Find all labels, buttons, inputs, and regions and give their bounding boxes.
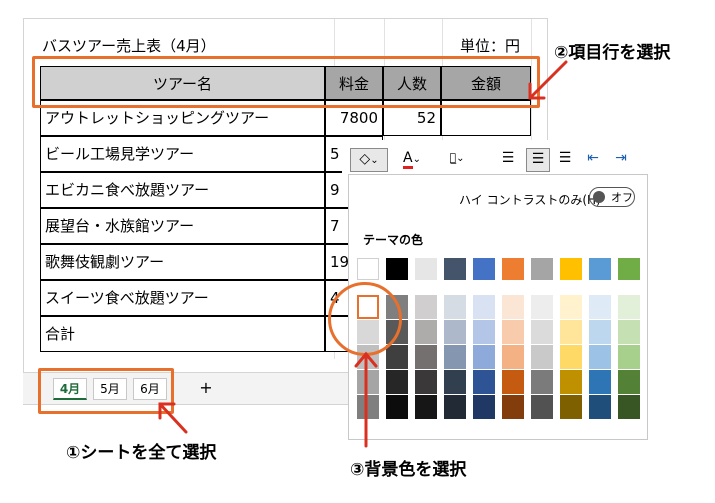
annotation-arrows: [158, 60, 568, 448]
step1-label: ①シートを全て選択: [66, 443, 217, 463]
step2-label: ②項目行を選択: [554, 43, 671, 63]
step3-label: ③背景色を選択: [350, 460, 467, 480]
arrow-step1-icon: [158, 402, 188, 434]
arrow-step2-icon: [528, 60, 568, 100]
